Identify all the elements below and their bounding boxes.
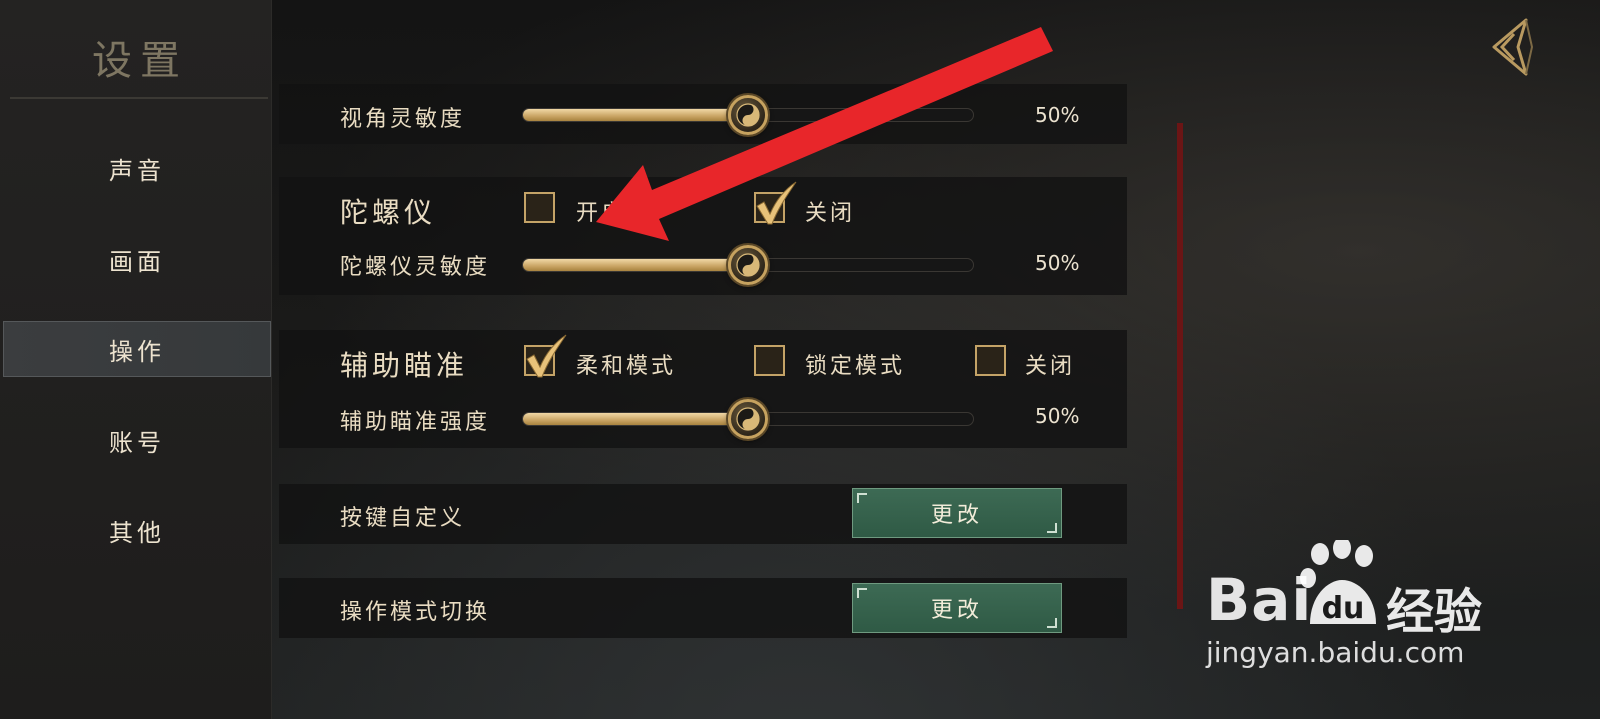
checkmark-icon	[756, 181, 797, 225]
control-mode-change-button-label: 更改	[930, 598, 983, 623]
camera-sensitivity-value: 50%	[1035, 103, 1080, 127]
gyroscope-on-label: 开启	[576, 201, 627, 226]
page-title: 设置	[92, 38, 188, 84]
back-button[interactable]	[1482, 16, 1538, 78]
control-mode-change-button[interactable]: 更改	[852, 583, 1062, 633]
keybind-label: 按键自定义	[340, 506, 466, 531]
camera-sensitivity-panel: 视角灵敏度 50%	[279, 84, 1127, 144]
sidebar-item-account[interactable]: 账号	[3, 412, 271, 468]
scrollbar[interactable]	[1177, 123, 1183, 609]
camera-sensitivity-slider[interactable]	[522, 95, 974, 135]
slider-knob[interactable]	[728, 95, 768, 135]
aim-strength-slider[interactable]	[522, 399, 974, 439]
gyroscope-sensitivity-slider[interactable]	[522, 245, 974, 285]
sidebar-divider	[10, 97, 268, 99]
gyroscope-sensitivity-label: 陀螺仪灵敏度	[340, 255, 491, 280]
sidebar-item-sound[interactable]: 声音	[3, 140, 271, 196]
keybind-change-button-label: 更改	[930, 503, 983, 528]
button-corner	[1047, 523, 1057, 533]
aim-strength-label: 辅助瞄准强度	[340, 410, 491, 435]
gyroscope-off-label: 关闭	[805, 201, 856, 226]
gyroscope-off-checkbox[interactable]	[754, 181, 797, 225]
sidebar-item-graphics[interactable]: 画面	[3, 231, 271, 287]
button-corner	[857, 588, 867, 598]
gyroscope-label: 陀螺仪	[340, 196, 437, 229]
aim-soft-mode-label: 柔和模式	[576, 354, 677, 379]
yin-yang-icon	[736, 253, 760, 277]
paw-icon: du	[1300, 537, 1376, 626]
button-corner	[1047, 618, 1057, 628]
sidebar-item-other[interactable]: 其他	[3, 502, 271, 558]
aim-assist-panel: 辅助瞄准 柔和模式 锁定模式 关闭 辅助瞄准强度 50%	[279, 330, 1127, 448]
control-mode-panel: 操作模式切换 更改	[279, 578, 1127, 638]
yin-yang-icon	[736, 407, 760, 431]
aim-off-label: 关闭	[1025, 354, 1076, 379]
gyroscope-panel: 陀螺仪 开启 关闭 陀螺仪灵敏度 50%	[279, 177, 1127, 295]
watermark-brand: Bai	[1206, 566, 1313, 634]
watermark-cn: 经验	[1386, 584, 1483, 640]
sidebar: 设置 声音 画面 操作 账号 其他	[0, 0, 272, 719]
slider-fill	[523, 259, 748, 271]
aim-off-checkbox[interactable]	[975, 345, 1006, 376]
watermark-paw: du	[1300, 537, 1384, 636]
slider-knob[interactable]	[728, 399, 768, 439]
aim-lock-mode-checkbox[interactable]	[754, 345, 785, 376]
control-mode-label: 操作模式切换	[340, 600, 491, 625]
keybind-panel: 按键自定义 更改	[279, 484, 1127, 544]
keybind-change-button[interactable]: 更改	[852, 488, 1062, 538]
slider-fill	[523, 413, 748, 425]
aim-lock-mode-label: 锁定模式	[805, 354, 906, 379]
aim-assist-label: 辅助瞄准	[340, 349, 469, 382]
watermark-url: jingyan.baidu.com	[1206, 636, 1465, 669]
camera-sensitivity-label: 视角灵敏度	[340, 107, 466, 132]
back-arrow-icon	[1492, 18, 1534, 76]
aim-strength-value: 50%	[1035, 404, 1080, 428]
aim-soft-mode-checkbox[interactable]	[524, 334, 567, 378]
checkmark-icon	[526, 334, 567, 378]
slider-fill	[523, 109, 748, 121]
button-corner	[857, 493, 867, 503]
yin-yang-icon	[736, 103, 760, 127]
watermark-paw-text: du	[1322, 591, 1365, 626]
gyroscope-on-checkbox[interactable]	[524, 192, 555, 223]
sidebar-item-controls[interactable]: 操作	[3, 321, 271, 377]
slider-knob[interactable]	[728, 245, 768, 285]
gyroscope-sensitivity-value: 50%	[1035, 251, 1080, 275]
